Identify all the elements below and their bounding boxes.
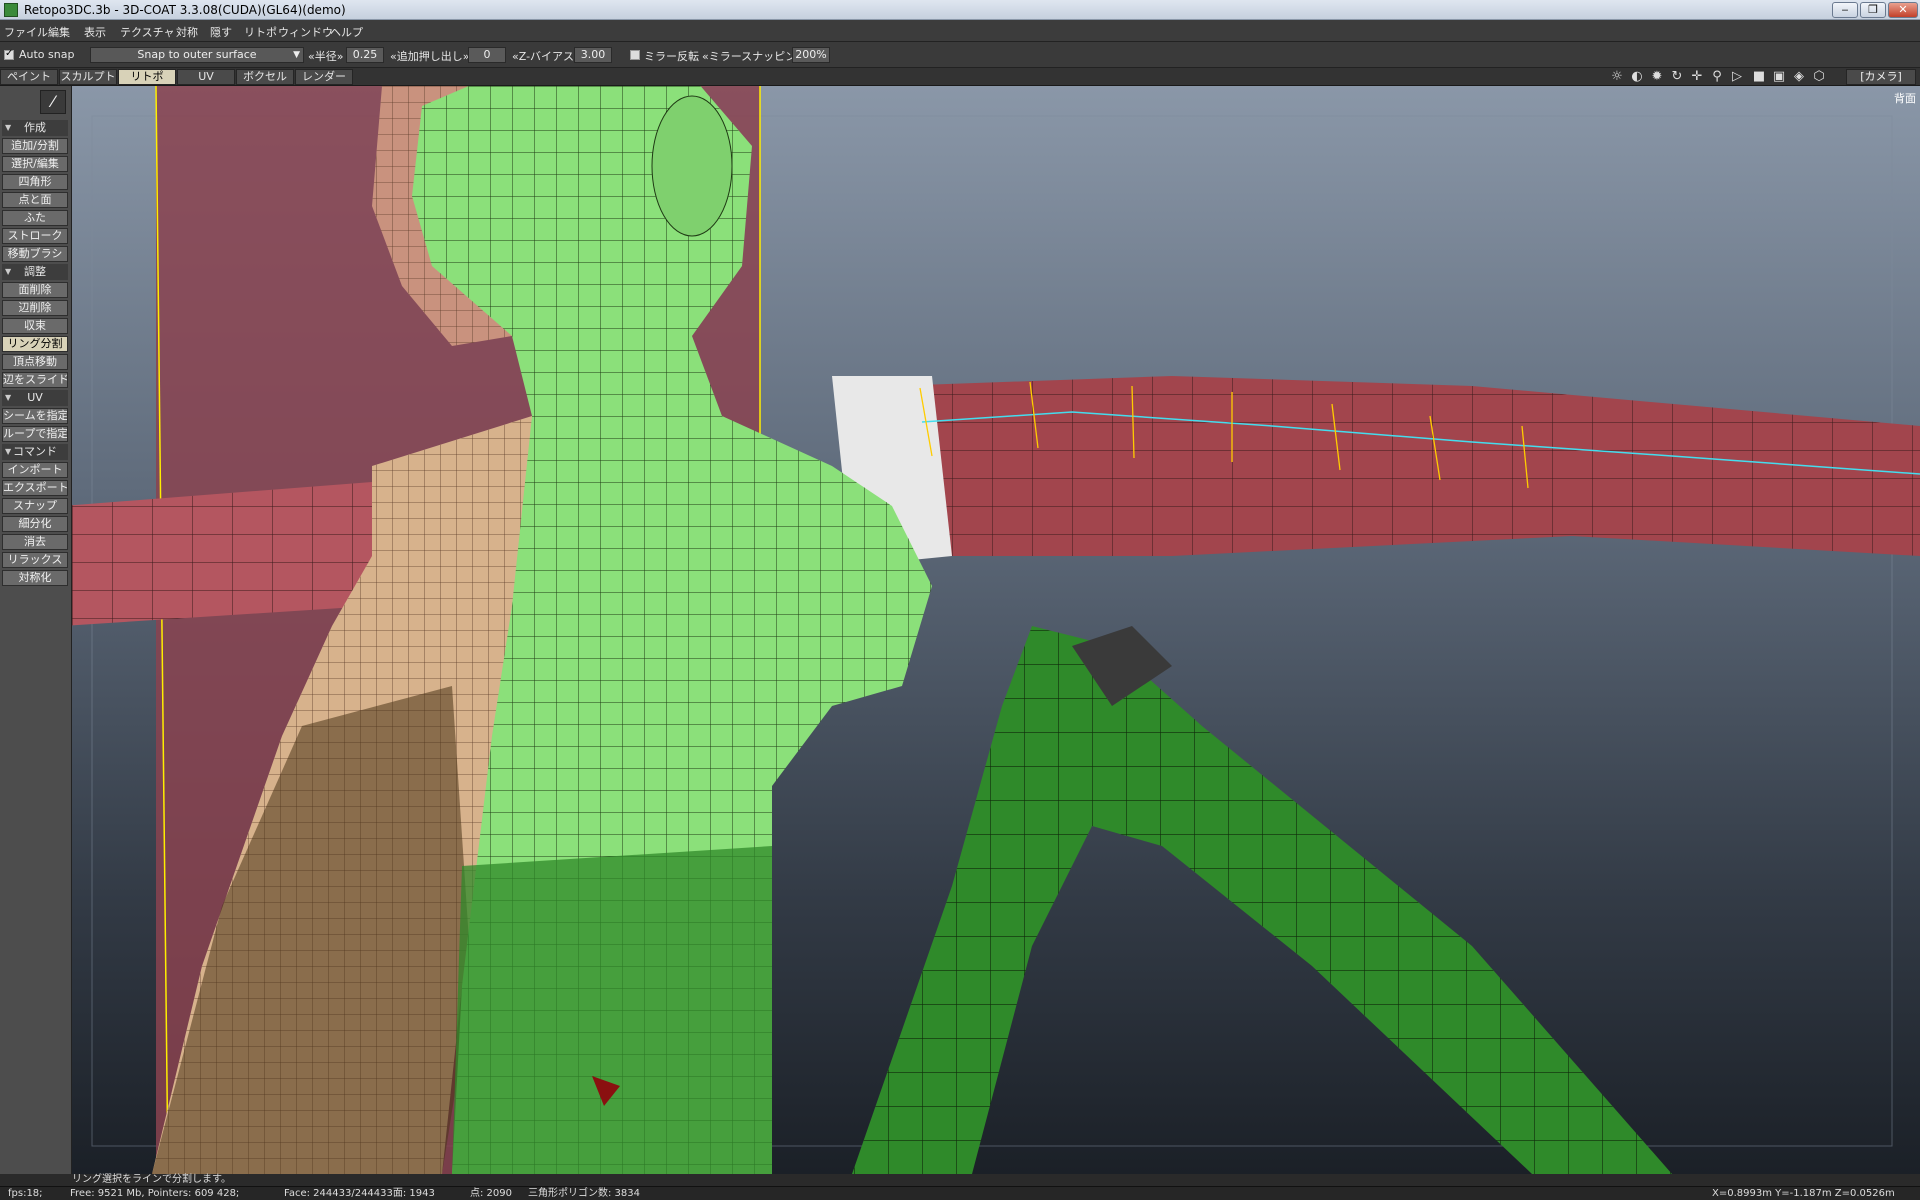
hint-text: リング選択をラインで分割します。: [72, 1174, 231, 1185]
close-button[interactable]: ✕: [1888, 2, 1918, 18]
3d-viewport[interactable]: 背面: [72, 86, 1920, 1174]
play-icon[interactable]: ▷: [1730, 70, 1744, 84]
tool-points-faces[interactable]: 点と面: [2, 192, 68, 208]
square-icon[interactable]: ■: [1752, 70, 1766, 84]
tool-move-vertex[interactable]: 頂点移動: [2, 354, 68, 370]
ear-mesh: [651, 95, 733, 237]
tool-mark-seam[interactable]: シームを指定: [2, 408, 68, 424]
cmd-subdivide[interactable]: 細分化: [2, 516, 68, 532]
menu-edit[interactable]: 編集: [48, 24, 70, 40]
cube-icon[interactable]: ⬡: [1812, 70, 1826, 84]
auto-snap-label: Auto snap: [19, 48, 75, 61]
snap-mode-dropdown[interactable]: Snap to outer surface ▼: [90, 47, 304, 63]
tool-quads[interactable]: 四角形: [2, 174, 68, 190]
cmd-clear[interactable]: 消去: [2, 534, 68, 550]
extrude-field[interactable]: 0: [468, 47, 506, 63]
tool-slide-edge[interactable]: 辺をスライド: [2, 372, 68, 388]
tab-sculpt[interactable]: スカルプト: [59, 69, 117, 85]
tool-select-edit[interactable]: 選択/編集: [2, 156, 68, 172]
camera-button[interactable]: [カメラ]: [1846, 69, 1916, 85]
app-icon: [4, 3, 18, 17]
menu-bar: ファイル 編集 表示 テクスチャ 対称 隠す リトポ ウィンドウ ヘルプ: [0, 20, 1920, 42]
brush-icon[interactable]: ⁄: [40, 90, 66, 114]
cmd-export[interactable]: エクスポート: [2, 480, 68, 496]
radius-field[interactable]: 0.25: [346, 47, 384, 63]
radius-label: «半径»: [308, 50, 344, 63]
rear-arm-wire: [852, 626, 1672, 1174]
mirror-snap-field[interactable]: 200%: [792, 47, 830, 63]
right-arm-wire: [892, 376, 1920, 556]
menu-file[interactable]: ファイル: [4, 24, 48, 40]
zbias-label: «Z-バイアス»: [512, 50, 581, 63]
tab-voxel[interactable]: ボクセル: [236, 69, 294, 85]
memory-readout: Free: 9521 Mb, Pointers: 609 428;: [70, 1188, 240, 1199]
zbias-field[interactable]: 3.00: [574, 47, 612, 63]
tab-uv[interactable]: UV: [177, 69, 235, 85]
menu-hide[interactable]: 隠す: [210, 24, 232, 40]
rotate-icon[interactable]: ↻: [1670, 70, 1684, 84]
tool-cap[interactable]: ふた: [2, 210, 68, 226]
section-adjust-header[interactable]: ▼ 調整: [2, 264, 68, 280]
contrast-icon[interactable]: ◐: [1630, 70, 1644, 84]
cmd-snap[interactable]: スナップ: [2, 498, 68, 514]
title-bar: Retopo3DC.3b - 3D-COAT 3.3.08(CUDA)(GL64…: [0, 0, 1920, 20]
cmd-relax[interactable]: リラックス: [2, 552, 68, 568]
status-bar: fps:18; Free: 9521 Mb, Pointers: 609 428…: [0, 1186, 1920, 1200]
frame-icon[interactable]: ▣: [1772, 70, 1786, 84]
triangle-count: 三角形ポリゴン数: 3834: [528, 1188, 640, 1199]
cmd-import[interactable]: インポート: [2, 462, 68, 478]
menu-symmetry[interactable]: 対称: [176, 24, 198, 40]
minimize-button[interactable]: ‒: [1832, 2, 1858, 18]
mirror-checkbox[interactable]: [630, 50, 640, 60]
hint-bar: リング選択をラインで分割します。: [0, 1174, 1920, 1186]
point-count: 点: 2090: [470, 1188, 512, 1199]
tab-paint[interactable]: ペイント: [0, 69, 58, 85]
retopo-tool-panel: ⁄ ▼ 作成 追加/分割 選択/編集 四角形 点と面 ふた ストローク 移動ブラ…: [0, 86, 72, 1174]
tool-ring-split[interactable]: リング分割: [2, 336, 68, 352]
menu-texture[interactable]: テクスチャ: [120, 24, 175, 40]
tool-collapse[interactable]: 収束: [2, 318, 68, 334]
sun-icon[interactable]: ☼: [1610, 70, 1624, 84]
tool-delete-edge[interactable]: 辺削除: [2, 300, 68, 316]
window-title: Retopo3DC.3b - 3D-COAT 3.3.08(CUDA)(GL64…: [24, 3, 346, 17]
tool-move-brush[interactable]: 移動ブラシ: [2, 246, 68, 262]
view-direction-label: 背面: [1894, 92, 1916, 105]
room-tabs: ペイント スカルプト リトポ UV ボクセル レンダー ☼ ◐ ✹ ↻ ✛ ⚲ …: [0, 68, 1920, 86]
cmd-symmetrize[interactable]: 対称化: [2, 570, 68, 586]
section-uv-header[interactable]: ▼ UV: [2, 390, 68, 406]
tool-stroke[interactable]: ストローク: [2, 228, 68, 244]
move-icon[interactable]: ✛: [1690, 70, 1704, 84]
maximize-button[interactable]: ❐: [1860, 2, 1886, 18]
tool-delete-face[interactable]: 面削除: [2, 282, 68, 298]
section-commands-header[interactable]: ▼ コマンド: [2, 444, 68, 460]
light-icon[interactable]: ✹: [1650, 70, 1664, 84]
auto-snap-checkbox[interactable]: [4, 48, 14, 60]
tab-render[interactable]: レンダー: [295, 69, 353, 85]
retopo-model-view: [72, 86, 1920, 1174]
extrude-label: «追加押し出し»: [390, 50, 470, 63]
menu-help[interactable]: ヘルプ: [330, 24, 363, 40]
snap-mode-value: Snap to outer surface: [137, 48, 257, 61]
section-create-header[interactable]: ▼ 作成: [2, 120, 68, 136]
mirror-label: ミラー反転: [644, 50, 699, 63]
fps-readout: fps:18;: [8, 1188, 43, 1199]
menu-window[interactable]: ウィンドウ: [278, 24, 333, 40]
menu-retopo[interactable]: リトポ: [244, 24, 277, 40]
cursor-coordinates: X=0.8993m Y=-1.187m Z=0.0526m: [1712, 1188, 1895, 1199]
face-count: Face: 244433/244433面: 1943: [284, 1188, 435, 1199]
options-toolbar: Auto snap Snap to outer surface ▼ «半径» 0…: [0, 42, 1920, 68]
chevron-down-icon: ▼: [293, 50, 300, 60]
tool-loop-seam[interactable]: ループで指定: [2, 426, 68, 442]
body-green-shadow: [452, 846, 772, 1174]
menu-view[interactable]: 表示: [84, 24, 106, 40]
tab-retopo[interactable]: リトポ: [118, 69, 176, 85]
tool-add-split[interactable]: 追加/分割: [2, 138, 68, 154]
target-icon[interactable]: ◈: [1792, 70, 1806, 84]
zoom-icon[interactable]: ⚲: [1710, 70, 1724, 84]
